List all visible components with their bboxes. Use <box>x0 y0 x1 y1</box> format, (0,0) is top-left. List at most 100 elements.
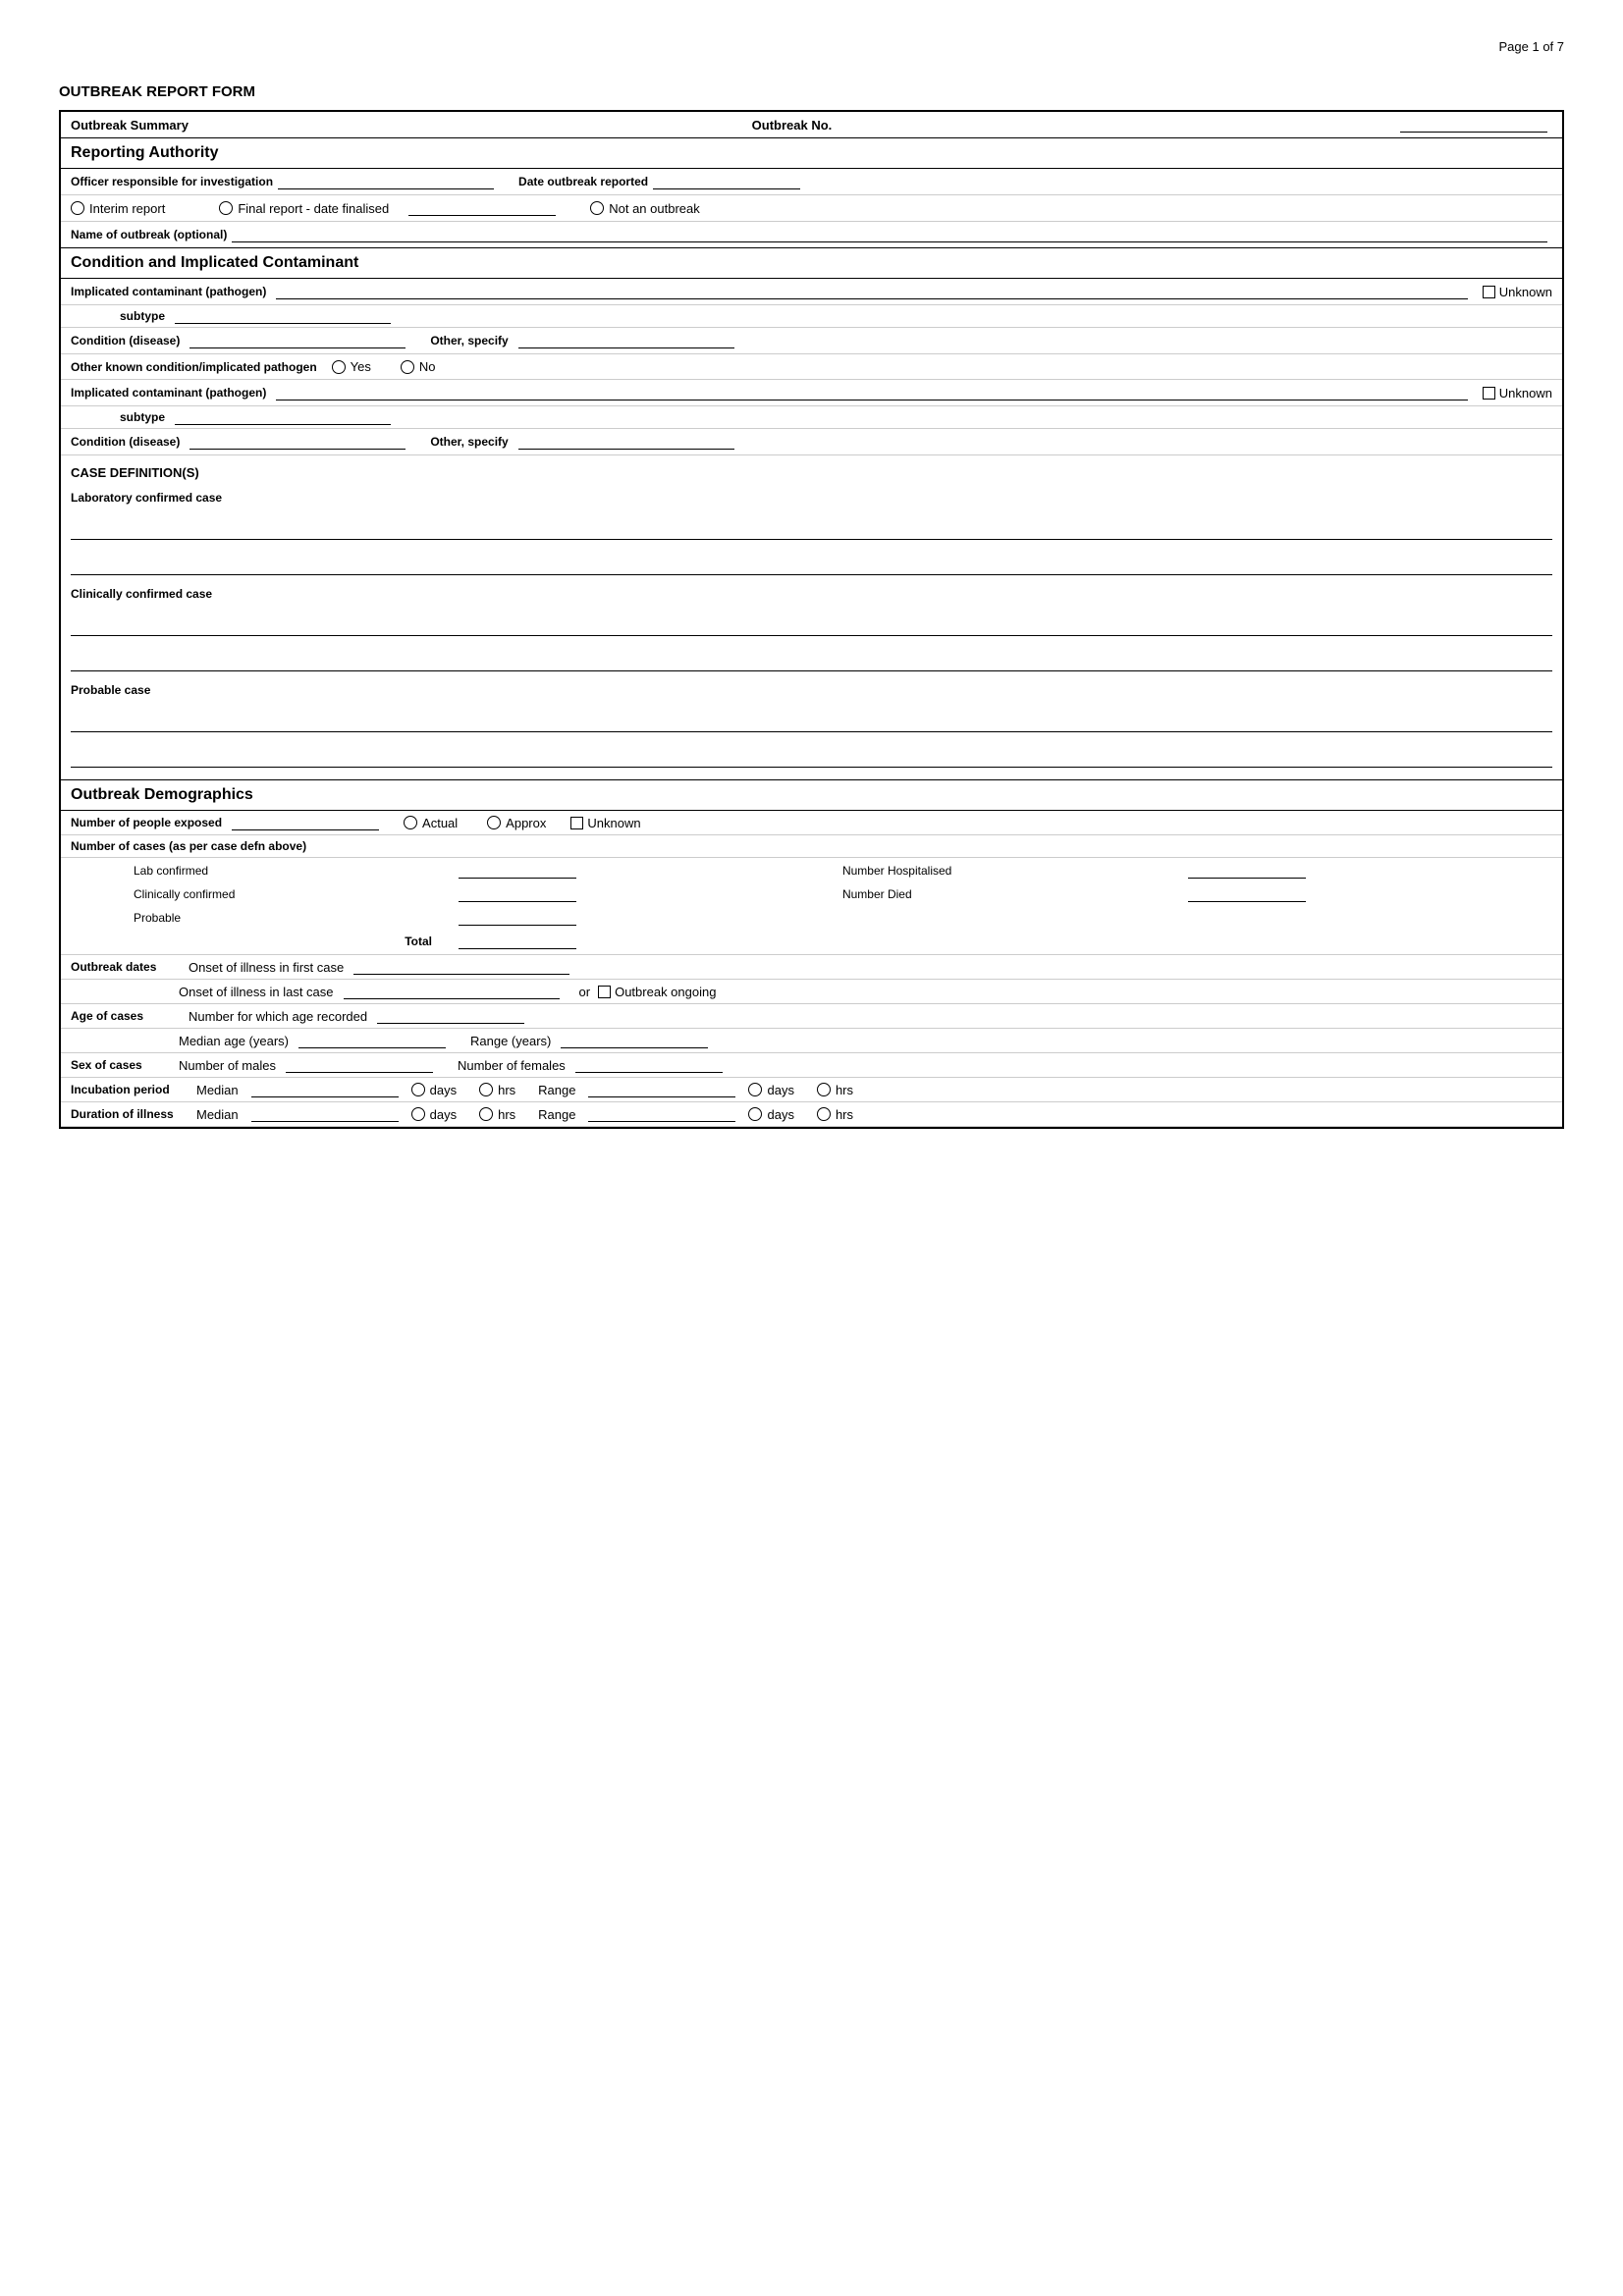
not-outbreak-option[interactable]: Not an outbreak <box>590 201 700 216</box>
incubation-range-field[interactable] <box>588 1082 735 1097</box>
subtype2-label: subtype <box>120 410 165 424</box>
condition1-field[interactable] <box>189 333 406 348</box>
implicated2-field[interactable] <box>276 385 1467 400</box>
incubation-range-label: Range <box>538 1083 575 1097</box>
num-died-field[interactable] <box>1188 886 1306 902</box>
incubation-days-option[interactable]: days <box>411 1083 457 1097</box>
onset-first-field[interactable] <box>353 959 569 975</box>
clinically-confirmed-line1[interactable] <box>71 618 1552 636</box>
incubation-median-label: Median <box>196 1083 239 1097</box>
yes-radio[interactable] <box>332 360 346 374</box>
lab-confirmed-line1[interactable] <box>71 522 1552 540</box>
lab-confirmed-cases-row: Lab confirmed Number Hospitalised <box>63 860 1560 881</box>
num-hospitalised-field[interactable] <box>1188 863 1306 879</box>
date-label: Date outbreak reported <box>518 175 648 188</box>
outbreak-no-field[interactable] <box>1400 117 1547 133</box>
clinically-confirmed-line2[interactable] <box>71 654 1552 671</box>
probable-case-line2[interactable] <box>71 750 1552 768</box>
condition2-field[interactable] <box>189 434 406 450</box>
duration-hrs-option[interactable]: hrs <box>479 1107 515 1122</box>
exposed-field[interactable] <box>232 815 379 830</box>
incubation-range-days-radio[interactable] <box>748 1083 762 1096</box>
unknown-exposed-checkbox[interactable] <box>570 817 583 829</box>
interim-label: Interim report <box>89 201 165 216</box>
interim-option[interactable]: Interim report <box>71 201 165 216</box>
incubation-range-hrs-radio[interactable] <box>817 1083 831 1096</box>
approx-radio[interactable] <box>487 816 501 829</box>
other-specify2-field[interactable] <box>518 434 734 450</box>
median-age-field[interactable] <box>298 1033 446 1048</box>
reporting-authority-title: Reporting Authority <box>71 144 1552 162</box>
final-date-field[interactable] <box>408 200 556 216</box>
form-header-row: Outbreak Summary Outbreak No. <box>61 112 1562 138</box>
probable-case-label: Probable case <box>71 683 1552 697</box>
num-males-field[interactable] <box>286 1057 433 1073</box>
clinically-confirmed-count[interactable] <box>459 886 576 902</box>
lab-confirmed-count[interactable] <box>459 863 576 879</box>
median-age-label: Median age (years) <box>179 1034 289 1048</box>
or-label: or <box>579 985 591 999</box>
num-exposed-row: Number of people exposed Actual Approx U… <box>61 811 1562 835</box>
implicated2-row: Implicated contaminant (pathogen) Unknow… <box>61 380 1562 406</box>
duration-range-days-option[interactable]: days <box>748 1107 793 1122</box>
final-label: Final report - date finalised <box>238 201 389 216</box>
final-radio[interactable] <box>219 201 233 215</box>
name-outbreak-field[interactable] <box>232 227 1547 242</box>
not-outbreak-label: Not an outbreak <box>609 201 700 216</box>
range-years-field[interactable] <box>561 1033 708 1048</box>
unknown2-checkbox[interactable] <box>1483 387 1495 400</box>
duration-range-hrs-radio[interactable] <box>817 1107 831 1121</box>
duration-days-radio[interactable] <box>411 1107 425 1121</box>
no-option[interactable]: No <box>401 359 436 374</box>
duration-range-field[interactable] <box>588 1106 735 1122</box>
duration-days-option[interactable]: days <box>411 1107 457 1122</box>
outbreak-ongoing-checkbox[interactable] <box>598 986 611 998</box>
actual-radio[interactable] <box>404 816 417 829</box>
subtype1-field[interactable] <box>175 308 391 324</box>
not-outbreak-radio[interactable] <box>590 201 604 215</box>
no-radio[interactable] <box>401 360 414 374</box>
num-hospitalised-label: Number Hospitalised <box>833 860 1171 881</box>
onset-last-label: Onset of illness in last case <box>179 985 334 999</box>
incubation-hrs-option[interactable]: hrs <box>479 1083 515 1097</box>
other-specify1-field[interactable] <box>518 333 734 348</box>
approx-option[interactable]: Approx <box>487 816 546 830</box>
incubation-range-days-option[interactable]: days <box>748 1083 793 1097</box>
actual-option[interactable]: Actual <box>404 816 458 830</box>
duration-range-days-radio[interactable] <box>748 1107 762 1121</box>
cases-label: Number of cases (as per case defn above) <box>71 839 306 853</box>
num-cases-label-row: Number of cases (as per case defn above) <box>61 835 1562 858</box>
total-cases-row: Total <box>63 931 1560 952</box>
age-recorded-row: Age of cases Number for which age record… <box>61 1004 1562 1029</box>
duration-illness-label: Duration of illness <box>71 1107 189 1121</box>
duration-range-hrs-option[interactable]: hrs <box>817 1107 853 1122</box>
name-outbreak-row: Name of outbreak (optional) <box>61 222 1562 248</box>
subtype2-field[interactable] <box>175 409 391 425</box>
duration-median-field[interactable] <box>251 1106 399 1122</box>
yes-label: Yes <box>351 359 371 374</box>
incubation-range-hrs-label: hrs <box>836 1083 853 1097</box>
demographics-title: Outbreak Demographics <box>71 786 1552 804</box>
duration-hrs-radio[interactable] <box>479 1107 493 1121</box>
incubation-period-row: Incubation period Median days hrs Range … <box>61 1078 1562 1102</box>
incubation-hrs-radio[interactable] <box>479 1083 493 1096</box>
total-count[interactable] <box>459 934 576 949</box>
final-option[interactable]: Final report - date finalised <box>219 201 389 216</box>
officer-label: Officer responsible for investigation <box>71 175 273 188</box>
median-age-row: Median age (years) Range (years) <box>61 1029 1562 1053</box>
yes-option[interactable]: Yes <box>332 359 371 374</box>
probable-case-line1[interactable] <box>71 715 1552 732</box>
incubation-range-hrs-option[interactable]: hrs <box>817 1083 853 1097</box>
num-age-recorded-field[interactable] <box>377 1008 524 1024</box>
incubation-days-radio[interactable] <box>411 1083 425 1096</box>
date-field[interactable] <box>653 174 800 189</box>
probable-count[interactable] <box>459 910 576 926</box>
interim-radio[interactable] <box>71 201 84 215</box>
incubation-median-field[interactable] <box>251 1082 399 1097</box>
onset-last-field[interactable] <box>344 984 560 999</box>
unknown1-checkbox[interactable] <box>1483 286 1495 298</box>
officer-field[interactable] <box>278 174 494 189</box>
num-females-field[interactable] <box>575 1057 723 1073</box>
lab-confirmed-line2[interactable] <box>71 558 1552 575</box>
implicated1-field[interactable] <box>276 284 1467 299</box>
